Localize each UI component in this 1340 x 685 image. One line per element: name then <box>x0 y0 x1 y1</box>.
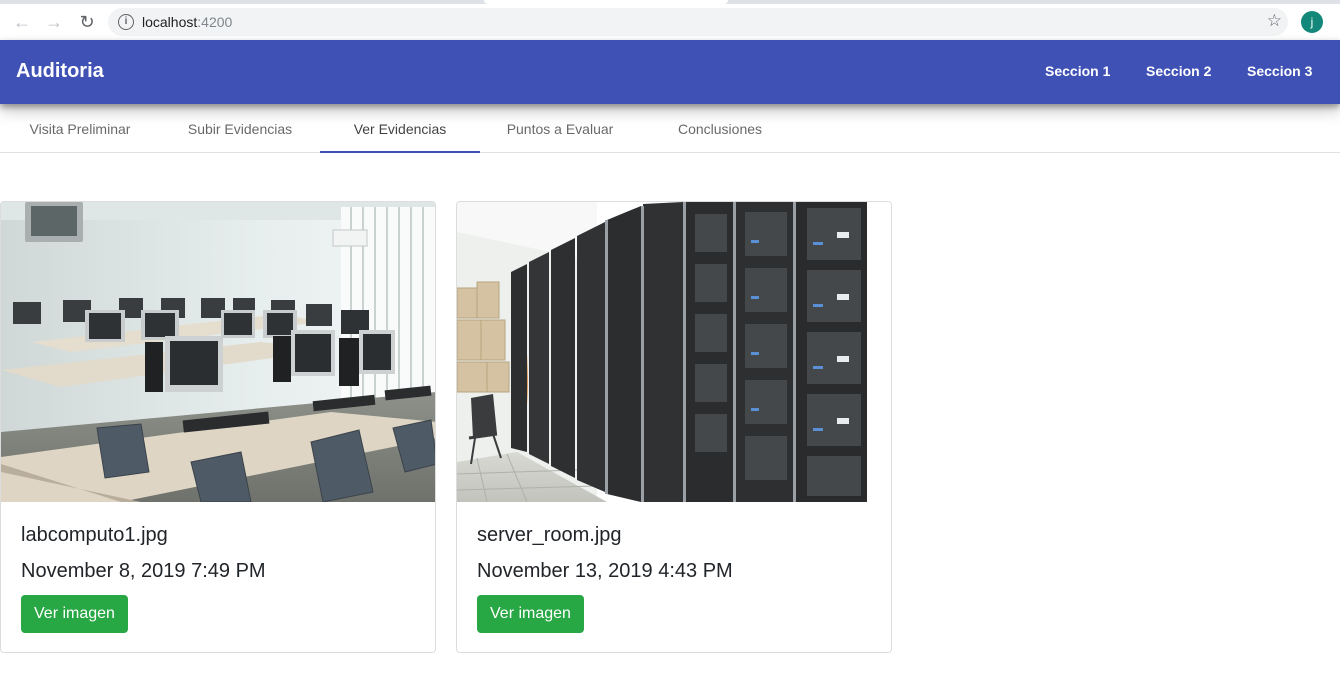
url-port: :4200 <box>197 14 233 30</box>
address-bar[interactable]: i localhost:4200 ☆ <box>108 8 1288 36</box>
evidence-card: server_room.jpg November 13, 2019 4:43 P… <box>456 201 892 653</box>
reload-icon[interactable]: ↻ <box>75 10 99 34</box>
profile-avatar[interactable]: j <box>1301 11 1323 33</box>
url-host: localhost <box>142 14 198 30</box>
bookmark-star-icon[interactable]: ☆ <box>1267 11 1282 31</box>
tab-subir-evidencias[interactable]: Subir Evidencias <box>160 104 320 152</box>
info-icon[interactable]: i <box>118 14 134 30</box>
ver-imagen-button[interactable]: Ver imagen <box>477 595 584 633</box>
browser-toolbar: ← → ↻ i localhost:4200 ☆ j <box>0 4 1340 40</box>
tab-visita-preliminar[interactable]: Visita Preliminar <box>0 104 160 152</box>
tab-puntos-a-evaluar[interactable]: Puntos a Evaluar <box>480 104 640 152</box>
evidence-card: labcomputo1.jpg November 8, 2019 7:49 PM… <box>0 201 436 653</box>
nav-link-seccion-1[interactable]: Seccion 1 <box>1045 63 1110 79</box>
evidence-filename: labcomputo1.jpg <box>21 524 168 546</box>
forward-arrow-icon[interactable]: → <box>42 10 66 34</box>
computer-lab-photo <box>1 202 435 502</box>
nav-link-seccion-2[interactable]: Seccion 2 <box>1146 63 1211 79</box>
app-title[interactable]: Auditoria <box>16 60 104 83</box>
tab-bar: Visita Preliminar Subir Evidencias Ver E… <box>0 104 1340 153</box>
nav-link-seccion-3[interactable]: Seccion 3 <box>1247 63 1312 79</box>
server-room-photo <box>457 202 891 502</box>
address-url[interactable]: localhost:4200 <box>142 14 232 30</box>
evidence-filename: server_room.jpg <box>477 524 622 546</box>
tab-conclusiones[interactable]: Conclusiones <box>640 104 800 152</box>
evidence-date: November 8, 2019 7:49 PM <box>21 560 266 582</box>
evidence-date: November 13, 2019 4:43 PM <box>477 560 733 582</box>
app-toolbar: Auditoria Seccion 1 Seccion 2 Seccion 3 <box>0 40 1340 104</box>
back-arrow-icon[interactable]: ← <box>10 10 34 34</box>
tab-ver-evidencias[interactable]: Ver Evidencias <box>320 104 480 153</box>
ver-imagen-button[interactable]: Ver imagen <box>21 595 128 633</box>
